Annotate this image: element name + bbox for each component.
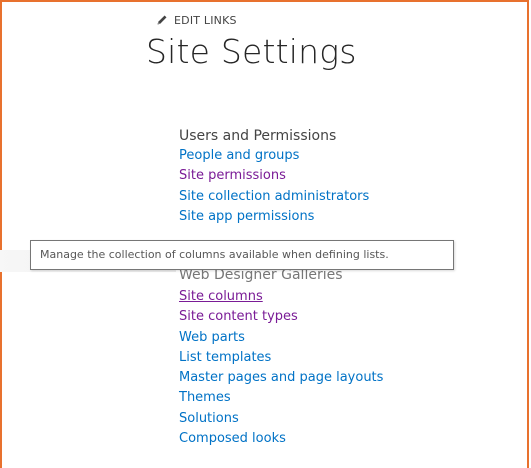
people-and-groups-link[interactable]: People and groups bbox=[179, 146, 369, 166]
tooltip: Manage the collection of columns availab… bbox=[30, 240, 454, 270]
composed-looks-link[interactable]: Composed looks bbox=[179, 429, 383, 449]
site-app-permissions-link[interactable]: Site app permissions bbox=[179, 207, 369, 227]
web-designer-galleries-section: Web Designer Galleries Site columns Site… bbox=[179, 265, 383, 449]
site-collection-administrators-link[interactable]: Site collection administrators bbox=[179, 187, 369, 207]
site-content-types-link[interactable]: Site content types bbox=[179, 307, 383, 327]
edit-links-label: EDIT LINKS bbox=[174, 13, 237, 27]
users-and-permissions-section: Users and Permissions People and groups … bbox=[179, 126, 369, 227]
site-permissions-link[interactable]: Site permissions bbox=[179, 166, 369, 186]
themes-link[interactable]: Themes bbox=[179, 388, 383, 408]
site-columns-link[interactable]: Site columns bbox=[179, 287, 383, 307]
page-title: Site Settings bbox=[146, 32, 357, 71]
master-pages-and-page-layouts-link[interactable]: Master pages and page layouts bbox=[179, 368, 383, 388]
pencil-icon bbox=[156, 14, 168, 26]
web-parts-link[interactable]: Web parts bbox=[179, 328, 383, 348]
section-heading: Users and Permissions bbox=[179, 128, 337, 144]
solutions-link[interactable]: Solutions bbox=[179, 409, 383, 429]
list-templates-link[interactable]: List templates bbox=[179, 348, 383, 368]
edit-links-button[interactable]: EDIT LINKS bbox=[156, 12, 237, 28]
